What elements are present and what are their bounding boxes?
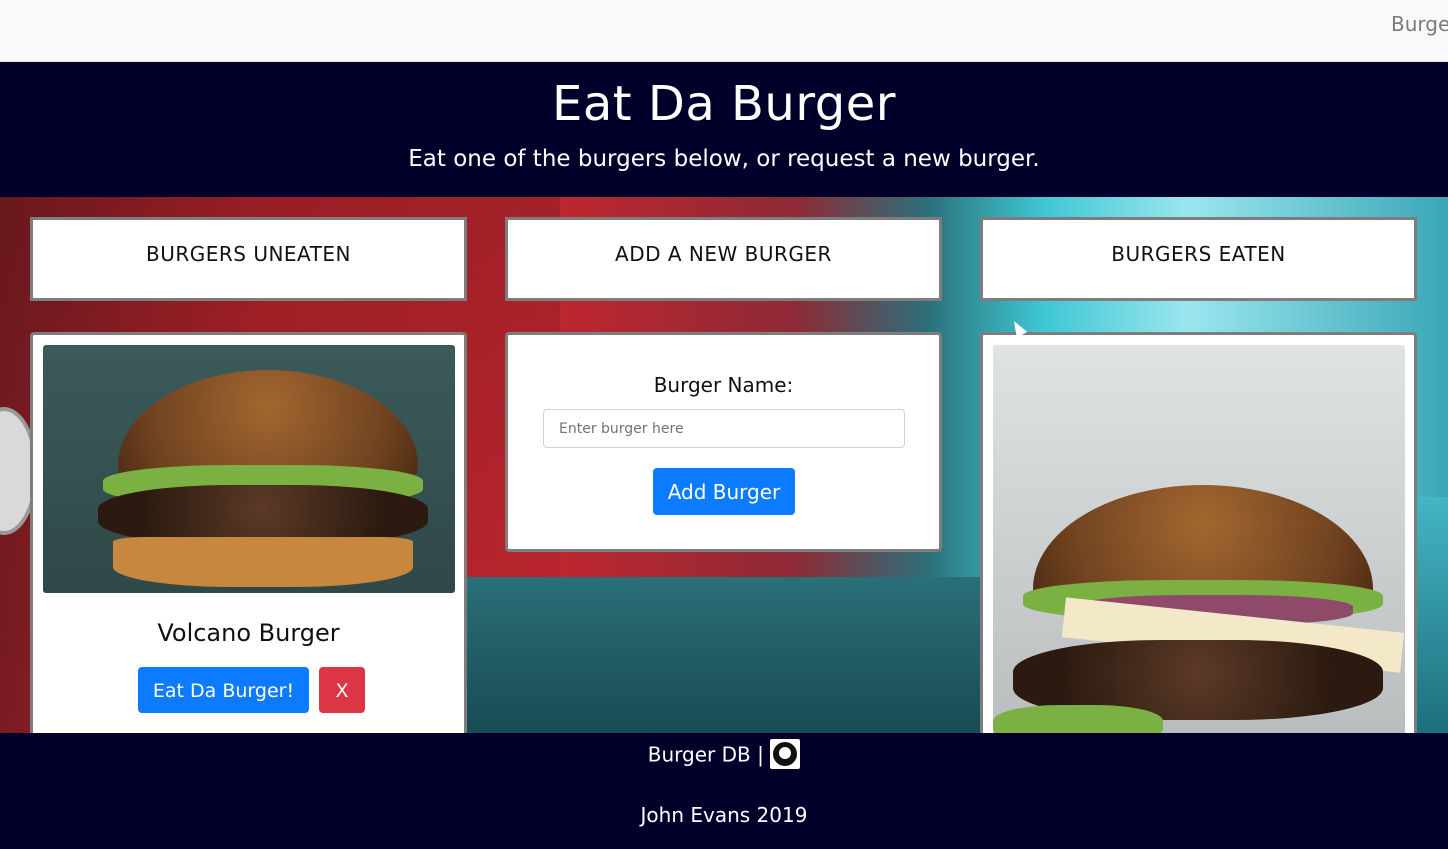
- footer-link-line: Burger DB |: [0, 739, 1448, 771]
- page-subtitle: Eat one of the burgers below, or request…: [408, 146, 1040, 172]
- uneaten-header-panel: BURGERS UNEATEN: [30, 217, 467, 301]
- add-burger-button[interactable]: Add Burger: [653, 468, 795, 515]
- burger-name: Volcano Burger: [157, 619, 340, 647]
- background-table: [430, 577, 1030, 733]
- uneaten-header-label: BURGERS UNEATEN: [145, 242, 352, 266]
- eaten-header-panel: BURGERS EATEN: [980, 217, 1417, 301]
- top-navbar: Burge: [0, 0, 1448, 62]
- burger-photo: [43, 345, 455, 593]
- eaten-burger-card: [980, 332, 1417, 752]
- footer-credit: John Evans 2019: [640, 803, 808, 827]
- burger-name-label: Burger Name:: [653, 373, 794, 397]
- add-burger-card: Burger Name: Add Burger: [505, 332, 942, 552]
- footer-link-text: Burger DB |: [647, 742, 764, 767]
- uneaten-burger-card: Volcano Burger Eat Da Burger! X: [30, 332, 467, 752]
- add-header-panel: ADD A NEW BURGER: [505, 217, 942, 301]
- burger-name-input[interactable]: [543, 409, 905, 448]
- eat-burger-button[interactable]: Eat Da Burger!: [138, 667, 309, 713]
- add-header-label: ADD A NEW BURGER: [615, 242, 832, 266]
- eaten-header-label: BURGERS EATEN: [1111, 242, 1286, 266]
- github-icon[interactable]: [770, 739, 801, 769]
- patty-shape: [98, 485, 428, 545]
- bun-bottom-shape: [113, 537, 413, 587]
- page-footer: Burger DB | John Evans 2019: [0, 733, 1448, 849]
- page-title: Eat Da Burger: [552, 76, 896, 132]
- eaten-burger-photo: [993, 345, 1405, 745]
- delete-burger-button[interactable]: X: [319, 667, 365, 713]
- hero-jumbotron: Eat Da Burger Eat one of the burgers bel…: [0, 62, 1448, 197]
- navbar-brand-link[interactable]: Burge: [1391, 12, 1448, 36]
